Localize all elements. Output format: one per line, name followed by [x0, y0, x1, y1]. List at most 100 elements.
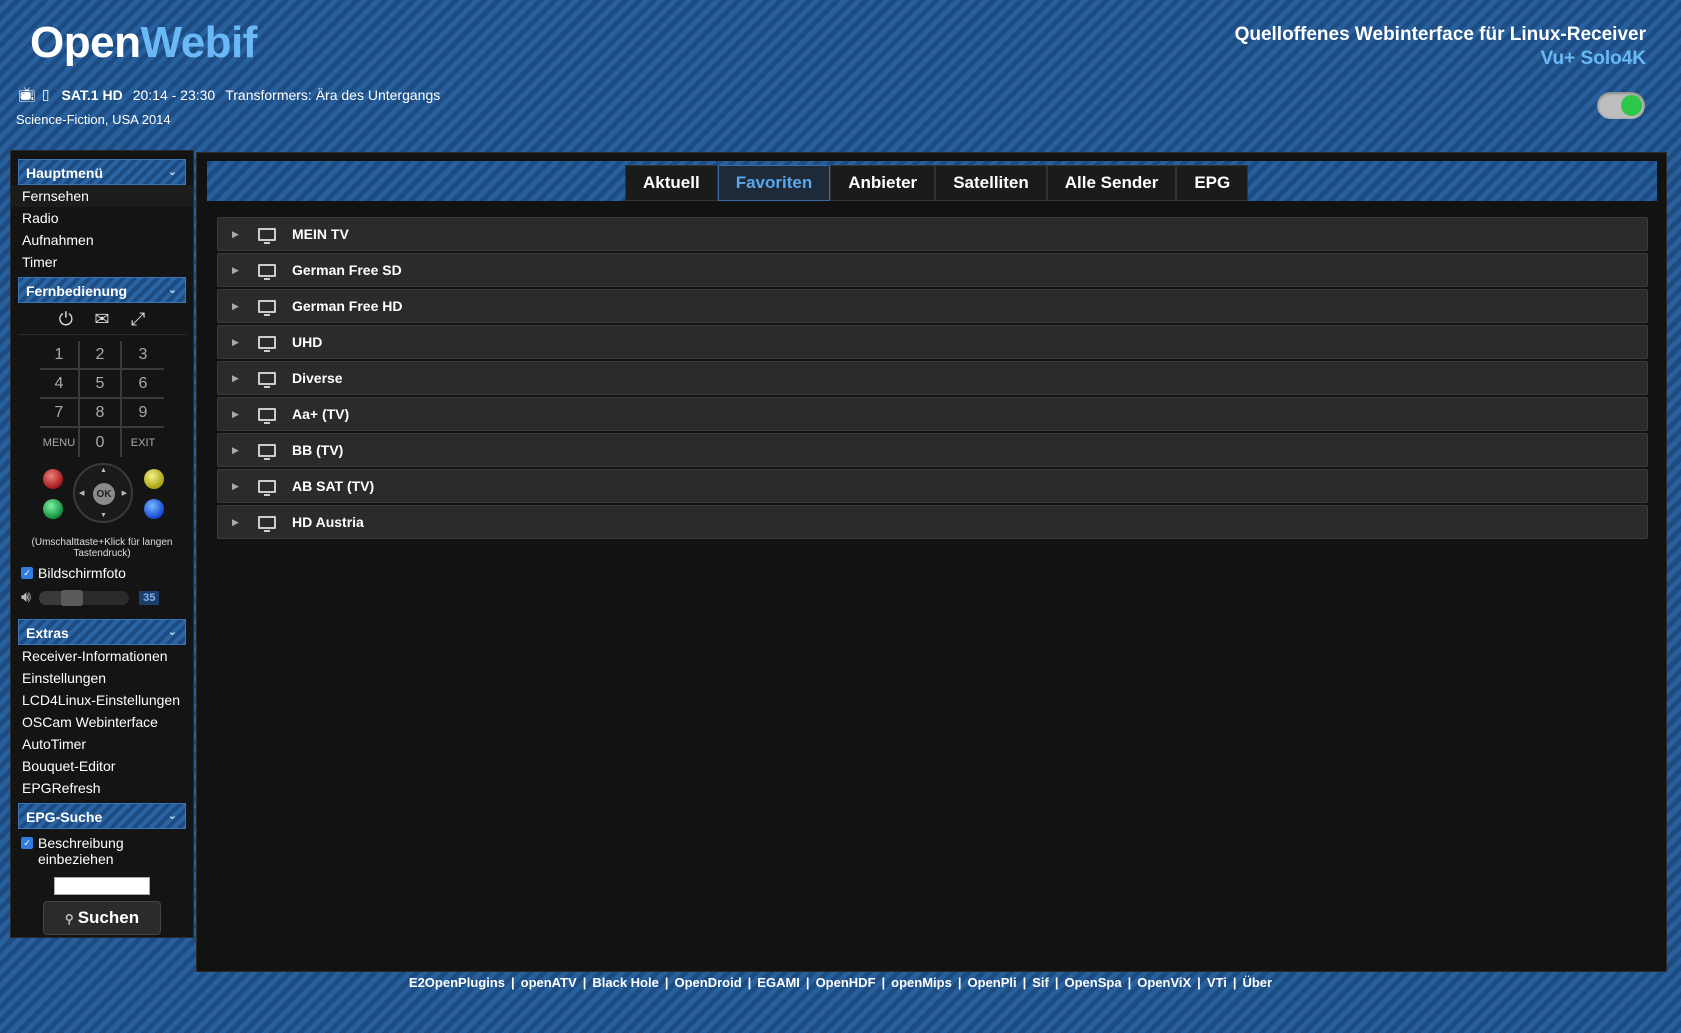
bouquet-row[interactable]: ▶ German Free SD: [217, 253, 1648, 287]
sidebar-item-aufnahmen[interactable]: Aufnahmen: [11, 229, 193, 251]
sidebar-item-fernsehen[interactable]: Fernsehen: [11, 185, 193, 207]
include-description-row[interactable]: ✓ Beschreibung einbeziehen: [11, 829, 193, 867]
footer-link[interactable]: Black Hole: [592, 975, 658, 990]
key-exit[interactable]: EXIT: [122, 428, 164, 457]
sidebar-item-extra[interactable]: OSCam Webinterface: [11, 711, 193, 733]
tv-icon[interactable]: 📺︎: [18, 86, 36, 103]
volume-slider[interactable]: [39, 590, 130, 606]
footer-link[interactable]: openATV: [521, 975, 577, 990]
caret-right-icon[interactable]: ▶: [232, 409, 244, 420]
bouquet-row[interactable]: ▶ HD Austria: [217, 505, 1648, 539]
footer-separator: |: [1197, 975, 1201, 990]
sidebar-item-extra[interactable]: LCD4Linux-Einstellungen: [11, 689, 193, 711]
sidebar-item-extra[interactable]: Bouquet-Editor: [11, 755, 193, 777]
caret-right-icon[interactable]: ▶: [232, 265, 244, 276]
footer-separator: |: [957, 975, 962, 990]
tab-alle-sender[interactable]: Alle Sender: [1046, 165, 1177, 201]
tv-icon: [258, 227, 276, 244]
key-9[interactable]: 9: [122, 399, 164, 428]
caret-right-icon[interactable]: ▶: [232, 229, 244, 240]
message-icon[interactable]: ✉︎: [94, 309, 109, 330]
caret-right-icon[interactable]: ▶: [232, 445, 244, 456]
footer-links: E2OpenPlugins | openATV | Black Hole | OpenDro…: [0, 975, 1681, 990]
tab-satelliten[interactable]: Satelliten: [935, 165, 1047, 201]
fullscreen-icon[interactable]: ⤢: [131, 309, 145, 330]
phone-icon[interactable]: ▯: [42, 86, 50, 103]
bouquet-row[interactable]: ▶ AB SAT (TV): [217, 469, 1648, 503]
sidebar-item-extra[interactable]: Receiver-Informationen: [11, 645, 193, 667]
footer-link[interactable]: Über: [1242, 975, 1272, 990]
section-extras[interactable]: Extras ⌄: [18, 619, 186, 645]
section-main-menu[interactable]: Hauptmenü ⌄: [18, 159, 186, 185]
footer-link[interactable]: EGAMI: [757, 975, 800, 990]
footer-separator: |: [1022, 975, 1027, 990]
search-button[interactable]: ⚲ Suchen: [43, 901, 161, 935]
dpad[interactable]: ▲ ▼ ◀ ▶ OK: [73, 463, 133, 523]
caret-right-icon[interactable]: ▶: [232, 517, 244, 528]
logo-part1: Open: [30, 18, 141, 67]
bouquet-row[interactable]: ▶ BB (TV): [217, 433, 1648, 467]
bouquet-row[interactable]: ▶ Diverse: [217, 361, 1648, 395]
key-4[interactable]: 4: [40, 370, 80, 399]
key-7[interactable]: 7: [40, 399, 80, 428]
tab-anbieter[interactable]: Anbieter: [830, 165, 936, 201]
bouquet-row[interactable]: ▶ German Free HD: [217, 289, 1648, 323]
green-key[interactable]: [43, 499, 63, 519]
footer-link[interactable]: VTi: [1207, 975, 1227, 990]
footer-link[interactable]: Sif: [1032, 975, 1049, 990]
caret-right-icon[interactable]: ▶: [232, 301, 244, 312]
sidebar-item-extra[interactable]: AutoTimer: [11, 733, 193, 755]
caret-right-icon[interactable]: ▶: [232, 337, 244, 348]
key-5[interactable]: 5: [80, 370, 122, 399]
sidebar-item-extra[interactable]: EPGRefresh: [11, 777, 193, 799]
key-menu[interactable]: MENU: [40, 428, 80, 457]
bouquet-row[interactable]: ▶ Aa+ (TV): [217, 397, 1648, 431]
current-time: 20:14 - 23:30: [132, 86, 216, 103]
sidebar-item-extra[interactable]: Einstellungen: [11, 667, 193, 689]
main-menu-list: Fernsehen Radio Aufnahmen Timer: [11, 185, 193, 273]
footer-link[interactable]: OpenViX: [1137, 975, 1191, 990]
checkbox-checked-icon[interactable]: ✓: [21, 567, 33, 579]
footer-link[interactable]: OpenHDF: [816, 975, 876, 990]
bouquet-name: UHD: [292, 334, 323, 350]
speaker-icon[interactable]: 🔊︎: [21, 589, 31, 607]
sidebar-item-timer[interactable]: Timer: [11, 251, 193, 273]
section-remote[interactable]: Fernbedienung ⌄: [18, 277, 186, 303]
checkbox-checked-icon[interactable]: ✓: [21, 837, 33, 849]
tab-favoriten[interactable]: Favoriten: [717, 165, 831, 201]
blue-key[interactable]: [144, 499, 164, 519]
footer-link[interactable]: E2OpenPlugins: [409, 975, 505, 990]
key-1[interactable]: 1: [40, 341, 80, 370]
tabs: Aktuell Favoriten Anbieter Satelliten Alle S…: [625, 165, 1249, 201]
theme-toggle[interactable]: [1597, 92, 1645, 119]
screenshot-checkbox-row[interactable]: ✓ Bildschirmfoto: [11, 559, 193, 581]
footer-link[interactable]: OpenPli: [967, 975, 1016, 990]
key-3[interactable]: 3: [122, 341, 164, 370]
yellow-key[interactable]: [144, 469, 164, 489]
key-2[interactable]: 2: [80, 341, 122, 370]
caret-right-icon[interactable]: ▶: [232, 481, 244, 492]
tab-aktuell[interactable]: Aktuell: [625, 165, 718, 201]
ok-button[interactable]: OK: [93, 483, 115, 505]
caret-right-icon[interactable]: ▶: [232, 373, 244, 384]
volume-thumb[interactable]: [61, 590, 84, 606]
footer-link[interactable]: OpenDroid: [674, 975, 741, 990]
left-arrow-icon[interactable]: ◀: [79, 489, 84, 497]
right-arrow-icon[interactable]: ▶: [122, 489, 127, 497]
footer-link[interactable]: OpenSpa: [1065, 975, 1122, 990]
red-key[interactable]: [43, 469, 63, 489]
tv-icon: [258, 371, 276, 388]
section-epg-search[interactable]: EPG-Suche ⌄: [18, 803, 186, 829]
sidebar-item-radio[interactable]: Radio: [11, 207, 193, 229]
key-8[interactable]: 8: [80, 399, 122, 428]
up-arrow-icon[interactable]: ▲: [100, 467, 107, 474]
footer-link[interactable]: openMips: [891, 975, 952, 990]
power-icon[interactable]: ⏻︎: [59, 309, 73, 330]
tab-epg[interactable]: EPG: [1176, 165, 1249, 201]
down-arrow-icon[interactable]: ▼: [100, 512, 107, 519]
key-0[interactable]: 0: [80, 428, 122, 457]
key-6[interactable]: 6: [122, 370, 164, 399]
epg-search-input[interactable]: [54, 877, 150, 895]
bouquet-row[interactable]: ▶ MEIN TV: [217, 217, 1648, 251]
bouquet-row[interactable]: ▶ UHD: [217, 325, 1648, 359]
